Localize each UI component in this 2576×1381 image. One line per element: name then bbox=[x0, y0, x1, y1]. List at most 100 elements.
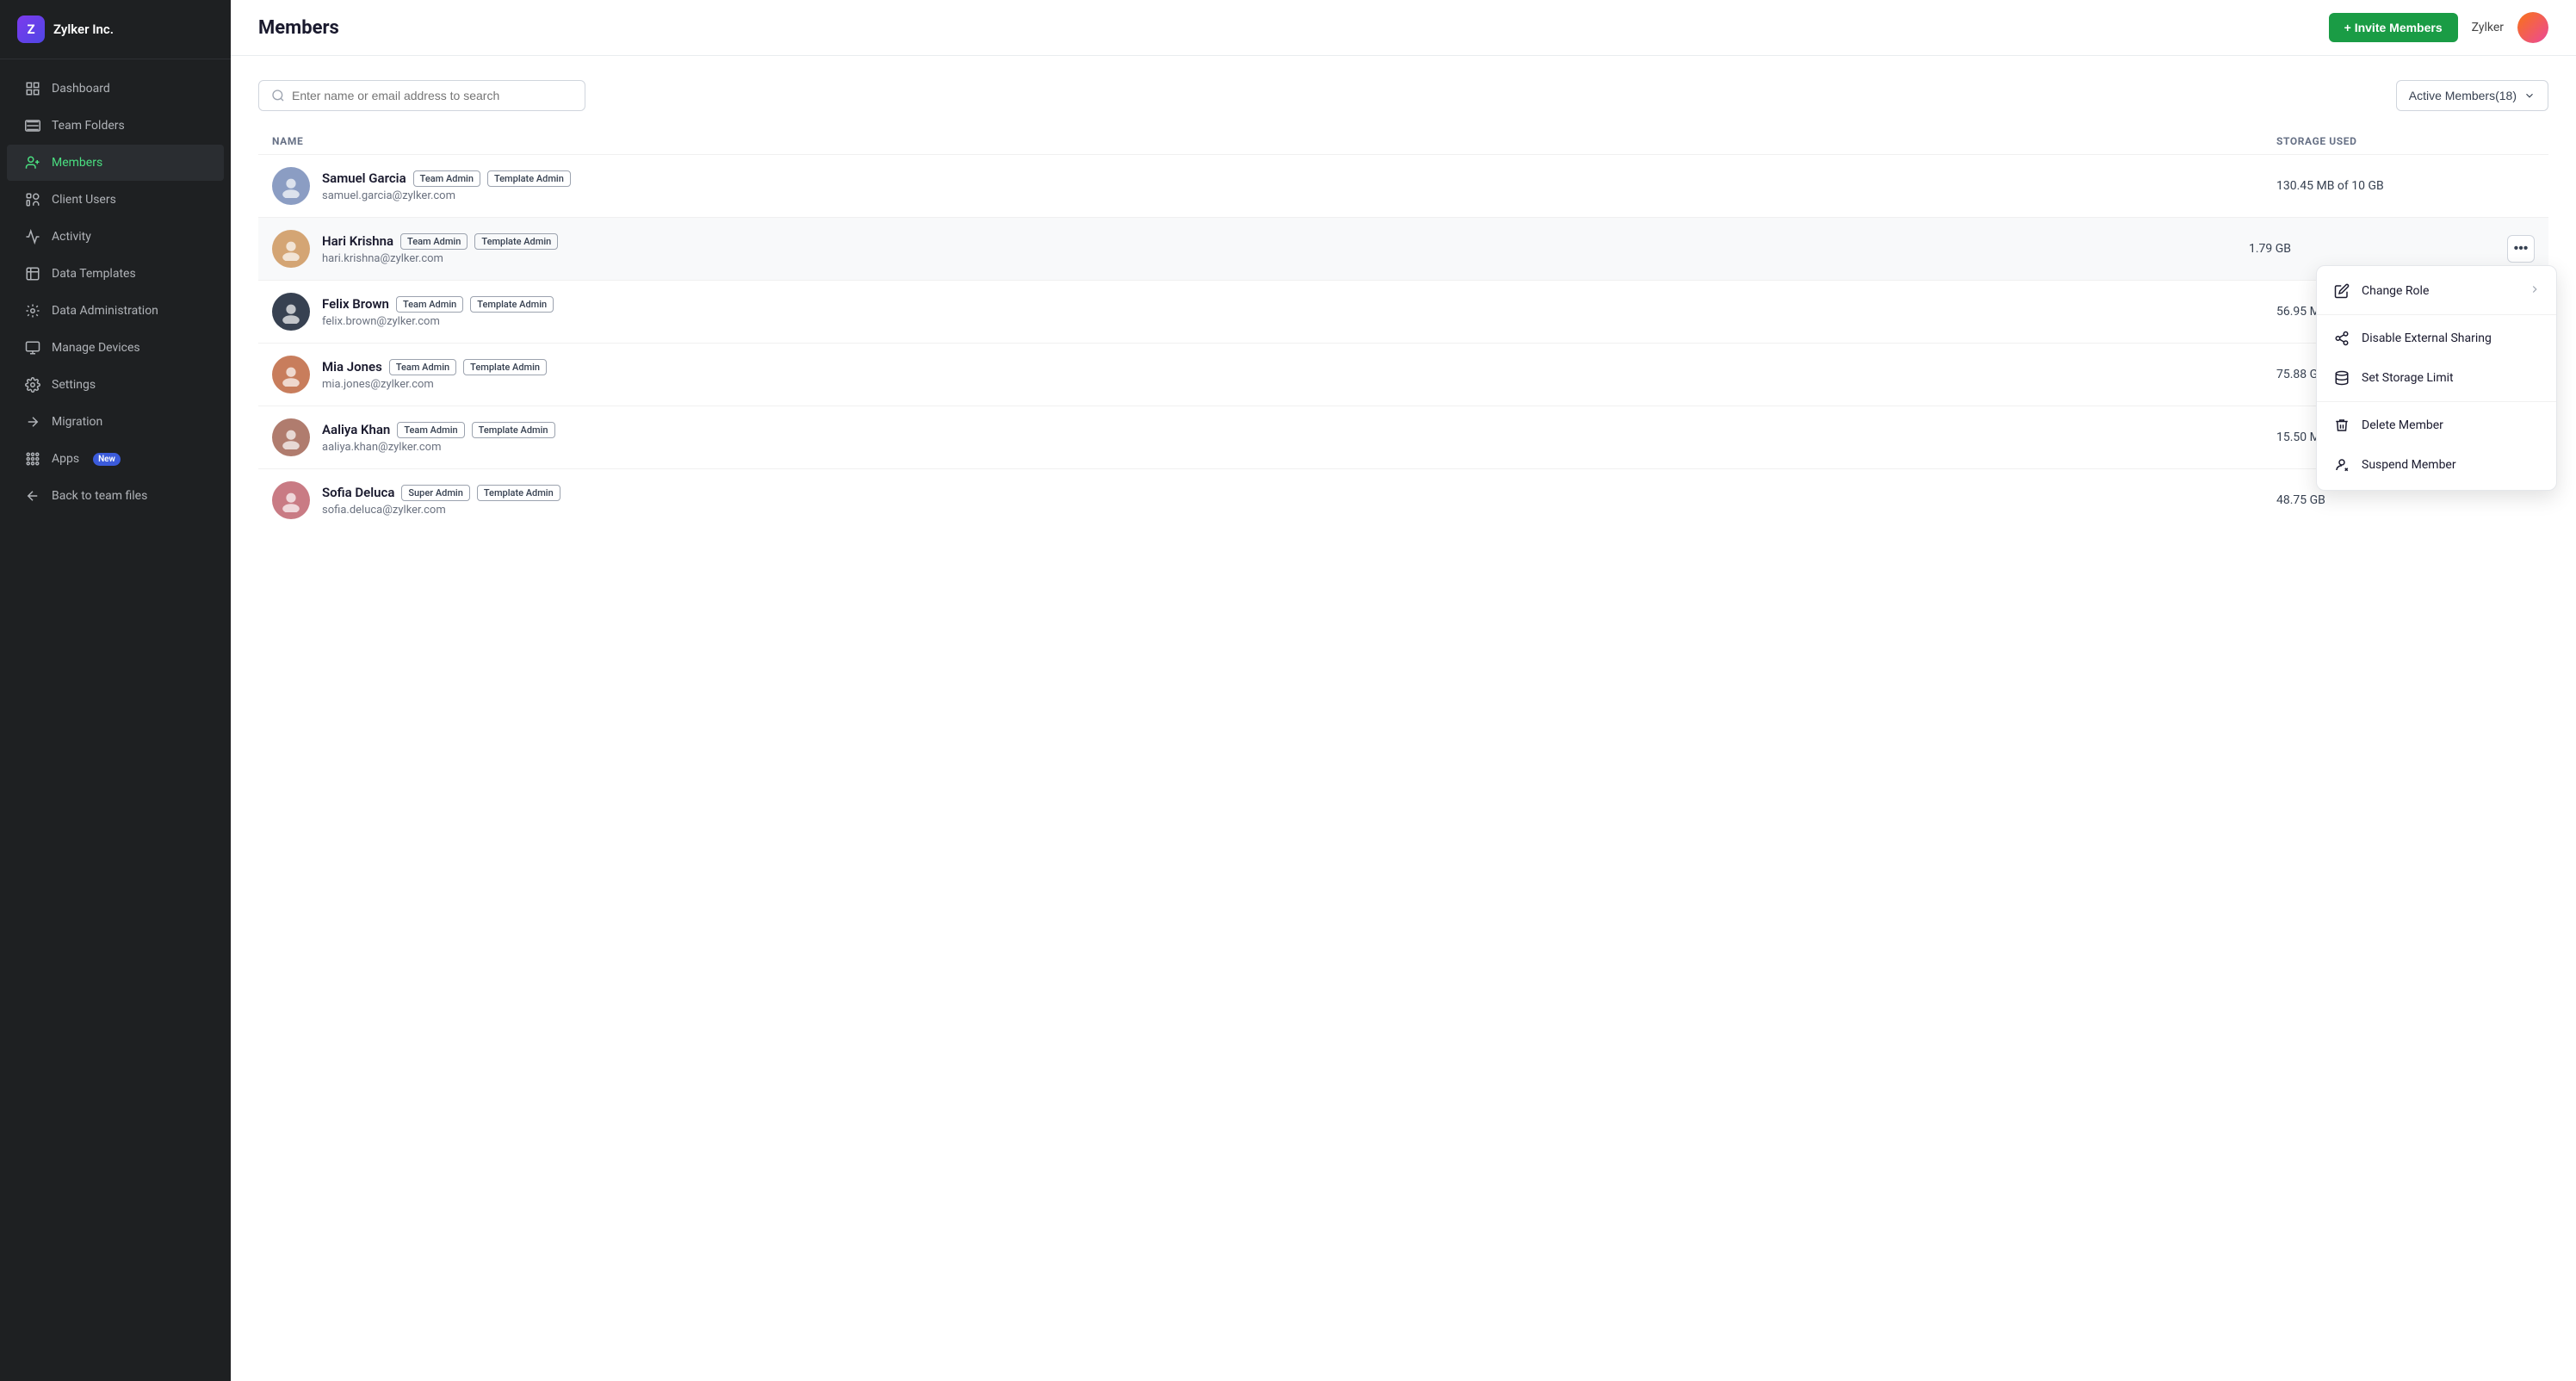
user-label: Zylker bbox=[2472, 21, 2504, 34]
sidebar-item-apps[interactable]: Apps New bbox=[7, 441, 224, 477]
settings-icon bbox=[24, 376, 41, 393]
member-avatar bbox=[272, 481, 310, 519]
manage-devices-icon bbox=[24, 339, 41, 356]
member-badge: Team Admin bbox=[397, 422, 464, 438]
member-avatar bbox=[272, 167, 310, 205]
logo-icon: Z bbox=[17, 15, 45, 43]
sidebar-item-migration[interactable]: Migration bbox=[7, 404, 224, 440]
data-templates-icon bbox=[24, 265, 41, 282]
set-storage-limit-label: Set Storage Limit bbox=[2362, 371, 2454, 385]
sidebar-item-team-folders[interactable]: Team Folders bbox=[7, 108, 224, 144]
sidebar-item-dashboard[interactable]: Dashboard bbox=[7, 71, 224, 107]
member-email: hari.krishna@zylker.com bbox=[322, 252, 2249, 265]
member-badge: Template Admin bbox=[487, 170, 571, 187]
suspend-member-label: Suspend Member bbox=[2362, 458, 2456, 472]
storage-icon bbox=[2332, 368, 2351, 387]
table-row: Mia Jones Team Admin Template Admin mia.… bbox=[258, 343, 2548, 406]
toolbar: Active Members(18) bbox=[258, 80, 2548, 111]
suspend-icon bbox=[2332, 455, 2351, 474]
sidebar-item-label: Manage Devices bbox=[52, 341, 140, 355]
filter-button[interactable]: Active Members(18) bbox=[2396, 80, 2548, 111]
content-area: Active Members(18) NAME STORAGE USED Sam… bbox=[231, 56, 2576, 1381]
apps-icon bbox=[24, 450, 41, 468]
member-badge: Team Admin bbox=[396, 296, 463, 313]
member-name: Hari Krishna bbox=[322, 233, 393, 249]
member-avatar bbox=[272, 356, 310, 393]
member-badge: Template Admin bbox=[472, 422, 555, 438]
member-badge: Template Admin bbox=[470, 296, 554, 313]
sidebar-item-client-users[interactable]: Client Users bbox=[7, 182, 224, 218]
sidebar-item-back-to-team-files[interactable]: Back to team files bbox=[7, 478, 224, 514]
member-badge: Template Admin bbox=[477, 485, 560, 501]
member-info: Hari Krishna Team Admin Template Admin h… bbox=[322, 233, 2249, 265]
team-folders-icon bbox=[24, 117, 41, 134]
disable-external-sharing-menu-item[interactable]: Disable External Sharing bbox=[2317, 319, 2556, 358]
sidebar-item-label: Members bbox=[52, 156, 102, 170]
sidebar-item-manage-devices[interactable]: Manage Devices bbox=[7, 330, 224, 366]
member-avatar bbox=[272, 418, 310, 456]
table-row: Samuel Garcia Team Admin Template Admin … bbox=[258, 154, 2548, 217]
table-row: Sofia Deluca Super Admin Template Admin … bbox=[258, 468, 2548, 531]
menu-divider bbox=[2317, 314, 2556, 315]
member-badge: Team Admin bbox=[413, 170, 480, 187]
members-icon bbox=[24, 154, 41, 171]
member-badge: Team Admin bbox=[400, 233, 468, 250]
sidebar-item-data-administration[interactable]: Data Administration bbox=[7, 293, 224, 329]
data-administration-icon bbox=[24, 302, 41, 319]
sidebar-item-label: Data Templates bbox=[52, 267, 136, 281]
delete-member-label: Delete Member bbox=[2362, 418, 2443, 432]
member-avatar bbox=[272, 293, 310, 331]
back-icon bbox=[24, 487, 41, 505]
company-name: Zylker Inc. bbox=[53, 22, 114, 37]
member-avatar bbox=[272, 230, 310, 268]
invite-members-button[interactable]: + Invite Members bbox=[2329, 13, 2458, 42]
delete-icon bbox=[2332, 416, 2351, 435]
table-row: Aaliya Khan Team Admin Template Admin aa… bbox=[258, 406, 2548, 468]
sidebar-item-members[interactable]: Members bbox=[7, 145, 224, 181]
member-info: Sofia Deluca Super Admin Template Admin … bbox=[322, 485, 2276, 517]
member-name: Mia Jones bbox=[322, 359, 382, 375]
sidebar-item-data-templates[interactable]: Data Templates bbox=[7, 256, 224, 292]
sidebar-item-settings[interactable]: Settings bbox=[7, 367, 224, 403]
main-content: Members + Invite Members Zylker Active M… bbox=[231, 0, 2576, 1381]
chevron-right-icon bbox=[2529, 283, 2541, 299]
sidebar-item-label: Settings bbox=[52, 378, 96, 392]
member-badge: Team Admin bbox=[389, 359, 456, 375]
sidebar-item-activity[interactable]: Activity bbox=[7, 219, 224, 255]
table-row: Hari Krishna Team Admin Template Admin h… bbox=[258, 217, 2548, 280]
search-input[interactable] bbox=[292, 89, 573, 102]
sidebar-item-label: Migration bbox=[52, 415, 102, 429]
search-icon bbox=[271, 89, 285, 102]
sidebar-item-label: Apps bbox=[52, 452, 79, 466]
avatar-image bbox=[2517, 12, 2548, 43]
member-name: Aaliya Khan bbox=[322, 422, 390, 437]
member-badge: Template Admin bbox=[474, 233, 558, 250]
change-role-menu-item[interactable]: Change Role bbox=[2317, 271, 2556, 311]
disable-external-sharing-label: Disable External Sharing bbox=[2362, 331, 2492, 345]
member-storage: 1.79 GB bbox=[2249, 242, 2507, 256]
suspend-member-menu-item[interactable]: Suspend Member bbox=[2317, 445, 2556, 485]
sidebar-item-label: Data Administration bbox=[52, 304, 158, 318]
sidebar-item-label: Back to team files bbox=[52, 489, 147, 503]
table-row: Felix Brown Team Admin Template Admin fe… bbox=[258, 280, 2548, 343]
member-name: Felix Brown bbox=[322, 296, 389, 312]
member-info: Felix Brown Team Admin Template Admin fe… bbox=[322, 296, 2276, 328]
sidebar-item-label: Client Users bbox=[52, 193, 116, 207]
member-email: felix.brown@zylker.com bbox=[322, 315, 2276, 328]
set-storage-limit-menu-item[interactable]: Set Storage Limit bbox=[2317, 358, 2556, 398]
member-email: mia.jones@zylker.com bbox=[322, 378, 2276, 391]
sidebar-item-label: Dashboard bbox=[52, 82, 110, 96]
member-storage: 48.75 GB bbox=[2276, 493, 2535, 507]
member-info: Samuel Garcia Team Admin Template Admin … bbox=[322, 170, 2276, 202]
sharing-icon bbox=[2332, 329, 2351, 348]
member-email: samuel.garcia@zylker.com bbox=[322, 189, 2276, 202]
column-name-header: NAME bbox=[272, 135, 2276, 147]
delete-member-menu-item[interactable]: Delete Member bbox=[2317, 406, 2556, 445]
topbar-right: + Invite Members Zylker bbox=[2329, 12, 2548, 43]
more-options-button[interactable]: ••• bbox=[2507, 235, 2535, 263]
member-name: Samuel Garcia bbox=[322, 170, 406, 186]
sidebar: Z Zylker Inc. Dashboard Team Folders Mem… bbox=[0, 0, 231, 1381]
search-box[interactable] bbox=[258, 80, 585, 111]
client-users-icon bbox=[24, 191, 41, 208]
new-badge: New bbox=[93, 453, 121, 466]
